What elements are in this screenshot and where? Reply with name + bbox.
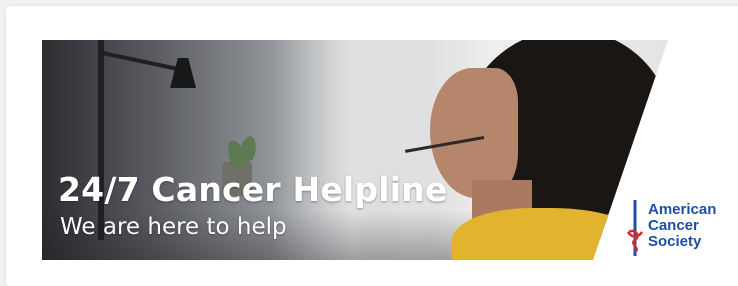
desk-lamp-shade (170, 58, 196, 88)
american-cancer-society-logo[interactable]: American Cancer Society (626, 198, 738, 258)
logo-line-1: American (648, 201, 717, 218)
logo-wordmark: American Cancer Society (648, 202, 716, 250)
logo-line-2: Cancer (648, 217, 699, 234)
desk-lamp-arm (97, 50, 177, 71)
banner-subline: We are here to help (60, 214, 287, 240)
torch-sword-icon (626, 200, 644, 256)
logo-line-3: Society (648, 233, 702, 250)
banner-headline: 24/7 Cancer Helpline (58, 170, 448, 209)
plant-leaf (236, 134, 260, 164)
